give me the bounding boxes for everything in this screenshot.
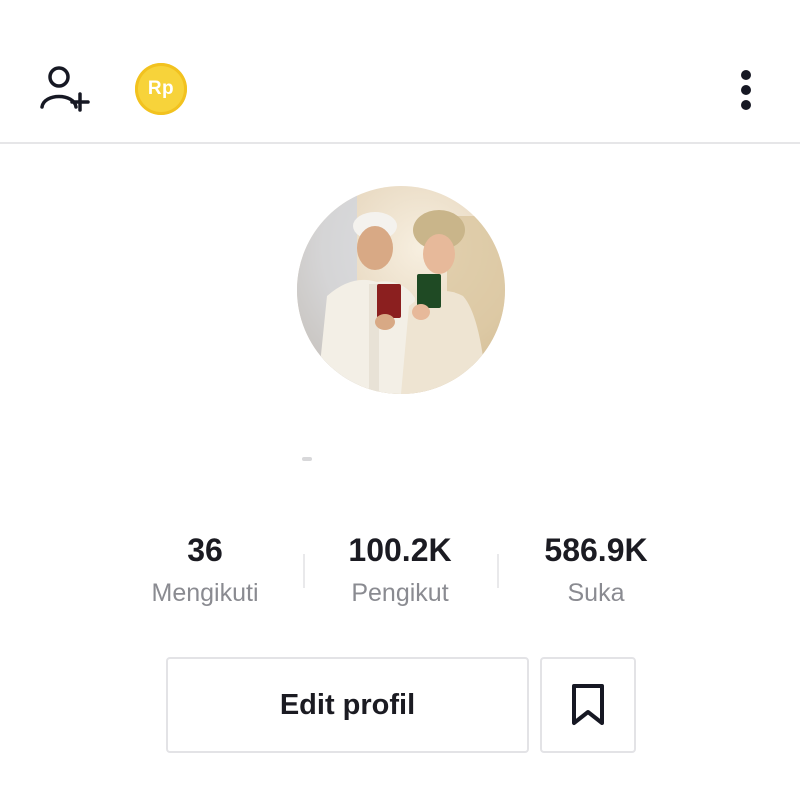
following-count: 36 (187, 532, 223, 568)
edit-profile-button[interactable]: Edit profil (166, 657, 529, 753)
likes-label: Suka (567, 579, 625, 607)
followers-count: 100.2K (348, 532, 452, 568)
stat-likes[interactable]: 586.9K Suka (506, 528, 686, 612)
followers-label: Pengikut (351, 579, 449, 607)
coin-label: Rp (147, 78, 175, 99)
profile-page: Rp 36 Mengikuti 100.2K Pengikut 586.9K S… (0, 0, 800, 800)
avatar[interactable] (297, 186, 505, 394)
profile-photo (297, 186, 505, 394)
add-friend-icon[interactable] (36, 62, 94, 116)
more-dot (741, 100, 751, 110)
coin-icon[interactable]: Rp (135, 63, 187, 115)
username-placeholder (302, 457, 312, 461)
more-dot (741, 85, 751, 95)
more-icon[interactable] (728, 64, 764, 116)
following-label: Mengikuti (151, 579, 259, 607)
edit-profile-label: Edit profil (279, 688, 416, 721)
stat-divider (497, 554, 499, 588)
stat-divider (303, 554, 305, 588)
top-bar: Rp (0, 0, 800, 144)
favorites-button[interactable] (540, 657, 636, 753)
likes-count: 586.9K (544, 532, 648, 568)
bookmark-icon (572, 684, 604, 725)
more-dot (741, 70, 751, 80)
stat-followers[interactable]: 100.2K Pengikut (310, 528, 490, 612)
stat-following[interactable]: 36 Mengikuti (115, 528, 295, 612)
